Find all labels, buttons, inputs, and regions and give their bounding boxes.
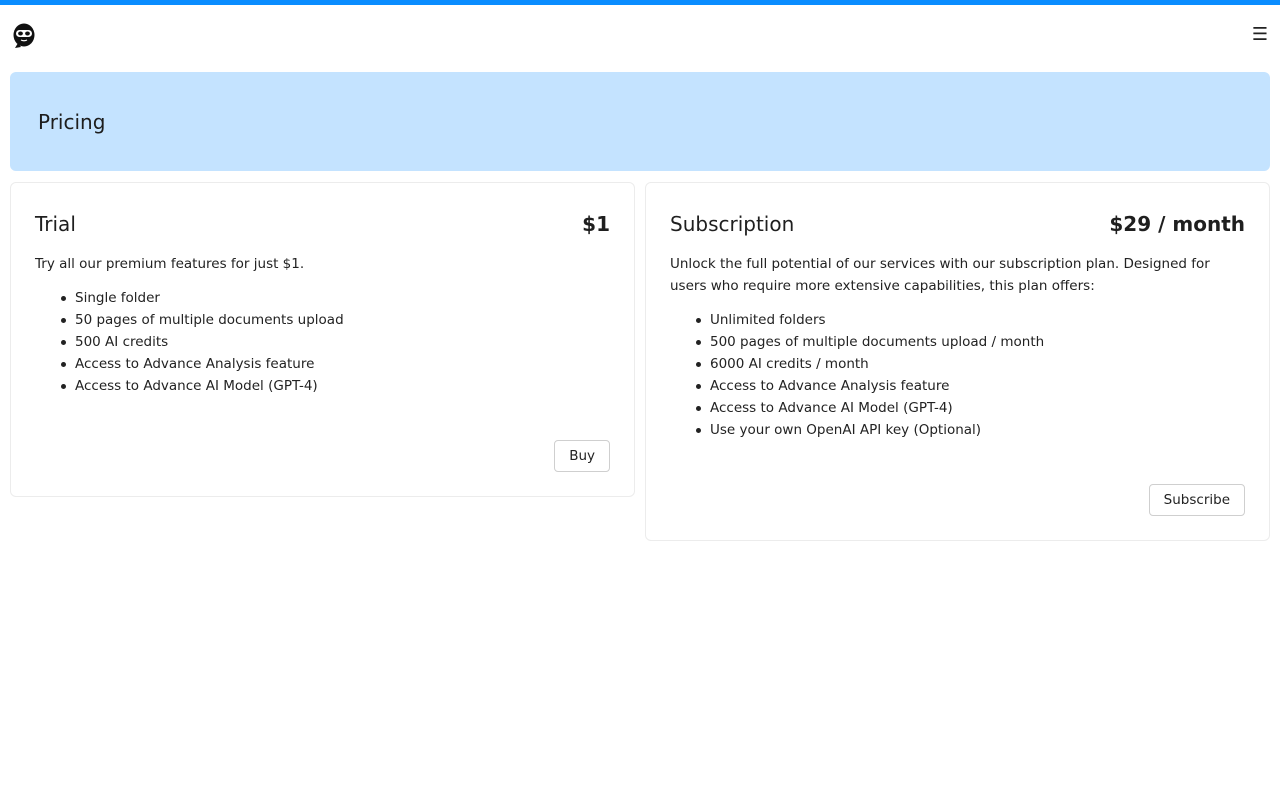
feature-list: Single folder 50 pages of multiple docum…	[35, 287, 610, 397]
logo[interactable]	[12, 22, 36, 48]
feature-item: Access to Advance Analysis feature	[696, 375, 1245, 397]
hamburger-menu-icon[interactable]: ☰	[1252, 26, 1268, 44]
feature-item: 500 AI credits	[61, 331, 610, 353]
feature-item: Access to Advance Analysis feature	[61, 353, 610, 375]
plan-name: Trial	[35, 212, 76, 236]
plan-name: Subscription	[670, 212, 795, 236]
page-title: Pricing	[38, 109, 106, 134]
plan-card-header: Subscription $29 / month	[670, 211, 1245, 237]
plan-card-trial: Trial $1 Try all our premium features fo…	[10, 182, 635, 497]
plan-description: Try all our premium features for just $1…	[35, 256, 305, 272]
feature-list: Unlimited folders 500 pages of multiple …	[670, 309, 1245, 441]
navbar: ☰	[0, 5, 1280, 65]
page-header: Pricing	[10, 72, 1270, 171]
plan-price: $1	[582, 212, 610, 236]
plan-card-header: Trial $1	[35, 211, 610, 237]
subscribe-button[interactable]: Subscribe	[1148, 484, 1245, 516]
plan-price: $29 / month	[1109, 212, 1245, 236]
feature-item: 50 pages of multiple documents upload	[61, 309, 610, 331]
feature-item: Access to Advance AI Model (GPT-4)	[696, 397, 1245, 419]
plan-description: Unlock the full potential of our service…	[670, 256, 1210, 294]
feature-item: Unlimited folders	[696, 309, 1245, 331]
feature-item: Use your own OpenAI API key (Optional)	[696, 419, 1245, 441]
feature-item: 6000 AI credits / month	[696, 353, 1245, 375]
plan-card-subscription: Subscription $29 / month Unlock the full…	[645, 182, 1270, 541]
feature-item: Single folder	[61, 287, 610, 309]
feature-item: Access to Advance AI Model (GPT-4)	[61, 375, 610, 397]
feature-item: 500 pages of multiple documents upload /…	[696, 331, 1245, 353]
ninja-mask-icon	[13, 23, 35, 48]
buy-button[interactable]: Buy	[554, 440, 610, 472]
